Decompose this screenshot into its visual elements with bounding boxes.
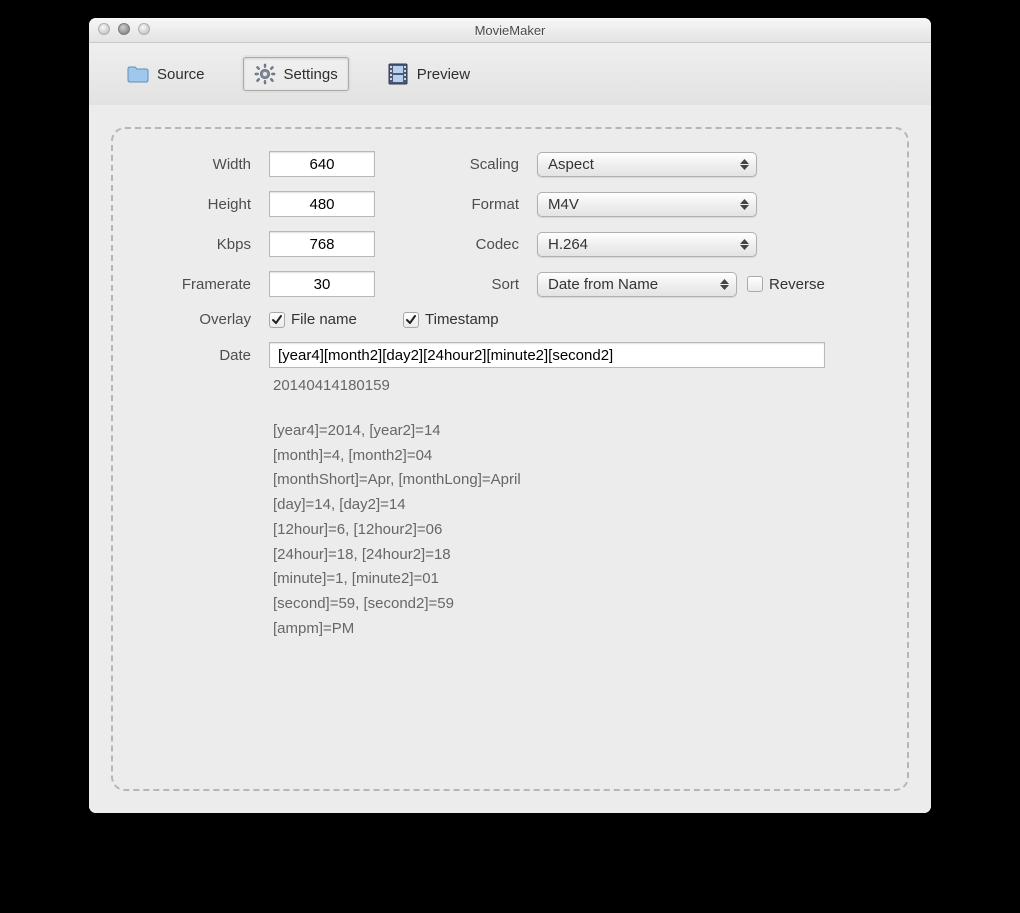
app-window: MovieMaker Source <box>89 18 931 813</box>
date-hint-line: [second]=59, [second2]=59 <box>273 592 879 617</box>
minimize-icon[interactable] <box>118 23 130 35</box>
reverse-label: Reverse <box>769 276 825 293</box>
close-icon[interactable] <box>98 23 110 35</box>
framerate-input[interactable] <box>269 271 375 297</box>
zoom-icon[interactable] <box>138 23 150 35</box>
window-title: MovieMaker <box>475 23 546 38</box>
timestamp-checkbox[interactable] <box>403 312 419 328</box>
scaling-value: Aspect <box>548 156 594 173</box>
date-hint-line: [ampm]=PM <box>273 617 879 642</box>
filmstrip-icon <box>387 64 409 84</box>
folder-icon <box>127 64 149 84</box>
kbps-label: Kbps <box>125 236 255 253</box>
filename-checkbox[interactable] <box>269 312 285 328</box>
date-format-info: 20140414180159 [year4]=2014, [year2]=14 … <box>125 374 879 642</box>
date-hint-line: [day]=14, [day2]=14 <box>273 493 879 518</box>
width-label: Width <box>125 156 255 173</box>
sort-label: Sort <box>403 276 523 293</box>
content-area: Width Scaling Aspect Height Format <box>89 105 931 813</box>
date-hint-line: [month]=4, [month2]=04 <box>273 444 879 469</box>
updown-icon <box>738 199 750 210</box>
kbps-input[interactable] <box>269 231 375 257</box>
tab-preview[interactable]: Preview <box>377 58 480 90</box>
tab-source-label: Source <box>157 66 205 83</box>
format-value: M4V <box>548 196 579 213</box>
date-example: 20140414180159 <box>273 374 879 399</box>
format-select[interactable]: M4V <box>537 192 757 217</box>
height-label: Height <box>125 196 255 213</box>
date-hint-line: [minute]=1, [minute2]=01 <box>273 567 879 592</box>
tab-settings-label: Settings <box>284 66 338 83</box>
toolbar: Source <box>89 43 931 106</box>
tab-preview-label: Preview <box>417 66 470 83</box>
updown-icon <box>718 279 730 290</box>
framerate-label: Framerate <box>125 276 255 293</box>
tab-source[interactable]: Source <box>117 58 215 90</box>
scaling-label: Scaling <box>403 156 523 173</box>
tab-settings[interactable]: Settings <box>243 57 349 91</box>
reverse-checkbox[interactable] <box>747 276 763 292</box>
height-input[interactable] <box>269 191 375 217</box>
format-label: Format <box>403 196 523 213</box>
scaling-select[interactable]: Aspect <box>537 152 757 177</box>
sort-select[interactable]: Date from Name <box>537 272 737 297</box>
titlebar: MovieMaker <box>89 18 931 43</box>
gear-icon <box>254 64 276 84</box>
filename-label: File name <box>291 311 357 328</box>
codec-value: H.264 <box>548 236 588 253</box>
traffic-lights <box>98 23 150 35</box>
codec-select[interactable]: H.264 <box>537 232 757 257</box>
date-hint-line: [monthShort]=Apr, [monthLong]=April <box>273 468 879 493</box>
codec-label: Codec <box>403 236 523 253</box>
updown-icon <box>738 159 750 170</box>
overlay-label: Overlay <box>125 311 255 328</box>
date-label: Date <box>125 347 255 364</box>
settings-panel: Width Scaling Aspect Height Format <box>111 127 909 791</box>
date-hint-line: [year4]=2014, [year2]=14 <box>273 419 879 444</box>
timestamp-label: Timestamp <box>425 311 499 328</box>
date-hint-line: [24hour]=18, [24hour2]=18 <box>273 543 879 568</box>
date-pattern-input[interactable] <box>269 342 825 368</box>
date-hint-line: [12hour]=6, [12hour2]=06 <box>273 518 879 543</box>
width-input[interactable] <box>269 151 375 177</box>
sort-value: Date from Name <box>548 276 658 293</box>
updown-icon <box>738 239 750 250</box>
